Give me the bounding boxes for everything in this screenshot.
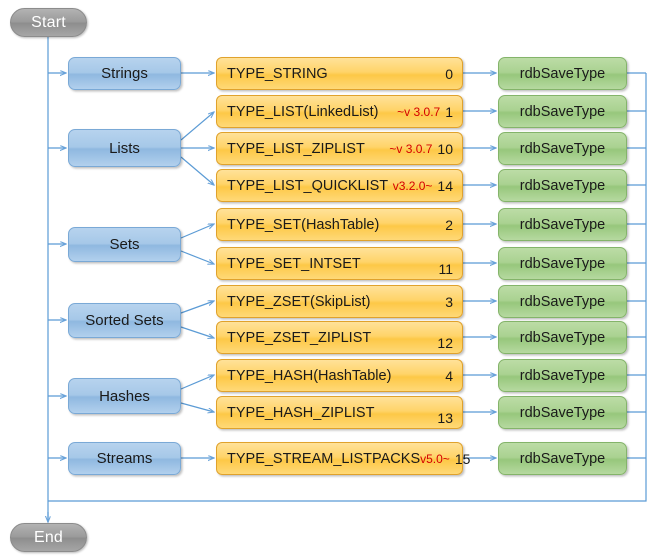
- type-node-type-set-hashtable[interactable]: TYPE_SET(HashTable) 2: [216, 208, 463, 241]
- type-name: TYPE_HASH_ZIPLIST: [227, 404, 375, 421]
- type-version-annotation: ~v 3.0.7: [389, 141, 433, 156]
- save-node-type-string[interactable]: rdbSaveType: [498, 57, 627, 90]
- category-label: Sets: [109, 236, 140, 253]
- type-node-type-hash-ziplist[interactable]: TYPE_HASH_ZIPLIST 13: [216, 396, 463, 429]
- category-node-strings[interactable]: Strings: [68, 57, 181, 90]
- type-node-type-list-linkedlist[interactable]: TYPE_LIST(LinkedList) ~v 3.0.7 1: [216, 95, 463, 128]
- category-node-hashes[interactable]: Hashes: [68, 378, 181, 414]
- type-name: TYPE_LIST(LinkedList): [227, 103, 379, 120]
- category-node-sets[interactable]: Sets: [68, 227, 181, 262]
- type-node-type-stream-listpacks[interactable]: TYPE_STREAM_LISTPACKS v5.0~ 15: [216, 442, 470, 475]
- save-node-type-zset-skiplist[interactable]: rdbSaveType: [498, 285, 627, 318]
- save-node-type-hash-hashtable[interactable]: rdbSaveType: [498, 359, 627, 392]
- type-node-type-zset-ziplist[interactable]: TYPE_ZSET_ZIPLIST 12: [216, 321, 463, 354]
- type-id-number: 12: [437, 335, 453, 351]
- save-label: rdbSaveType: [519, 216, 606, 233]
- type-version-annotation: v5.0~: [420, 451, 450, 466]
- type-id-number: 1: [445, 103, 453, 120]
- end-label: End: [33, 528, 64, 546]
- start-terminal: Start: [10, 8, 87, 37]
- type-name: TYPE_STREAM_LISTPACKS: [227, 450, 421, 467]
- save-node-type-list-linkedlist[interactable]: rdbSaveType: [498, 95, 627, 128]
- type-id-number: 15: [454, 450, 471, 467]
- type-node-type-string[interactable]: TYPE_STRING 0: [216, 57, 463, 90]
- save-node-type-zset-ziplist[interactable]: rdbSaveType: [498, 321, 627, 354]
- type-name: TYPE_STRING: [227, 65, 328, 82]
- type-name: TYPE_SET_INTSET: [227, 255, 361, 272]
- type-id-number: 14: [437, 177, 453, 194]
- save-label: rdbSaveType: [519, 404, 606, 421]
- type-node-type-list-quicklist[interactable]: TYPE_LIST_QUICKLIST v3.2.0~ 14: [216, 169, 463, 202]
- type-name: TYPE_LIST_ZIPLIST: [227, 140, 365, 157]
- type-id-number: 10: [437, 140, 453, 157]
- category-label: Lists: [109, 139, 140, 157]
- save-node-type-list-ziplist[interactable]: rdbSaveType: [498, 132, 627, 165]
- save-label: rdbSaveType: [519, 450, 606, 467]
- type-id-number: 0: [445, 65, 453, 82]
- category-node-lists[interactable]: Lists: [68, 129, 181, 167]
- type-node-type-list-ziplist[interactable]: TYPE_LIST_ZIPLIST ~v 3.0.7 10: [216, 132, 463, 165]
- save-node-type-stream-listpacks[interactable]: rdbSaveType: [498, 442, 627, 475]
- category-label: Sorted Sets: [85, 312, 164, 329]
- type-name: TYPE_HASH(HashTable): [227, 367, 392, 384]
- save-label: rdbSaveType: [519, 255, 606, 272]
- flowchart-canvas: Start End Strings Lists Sets Sorted Sets Has…: [0, 0, 660, 560]
- save-label: rdbSaveType: [519, 293, 606, 310]
- category-node-sorted-sets[interactable]: Sorted Sets: [68, 303, 181, 338]
- save-label: rdbSaveType: [519, 103, 606, 120]
- type-id-number: 2: [445, 216, 453, 233]
- save-label: rdbSaveType: [519, 177, 606, 194]
- save-node-type-set-hashtable[interactable]: rdbSaveType: [498, 208, 627, 241]
- category-label: Hashes: [99, 387, 150, 405]
- type-version-annotation: v3.2.0~: [392, 178, 433, 193]
- type-name: TYPE_SET(HashTable): [227, 216, 380, 233]
- save-node-type-hash-ziplist[interactable]: rdbSaveType: [498, 396, 627, 429]
- save-label: rdbSaveType: [519, 140, 606, 157]
- type-id-number: 11: [438, 261, 453, 277]
- type-name: TYPE_LIST_QUICKLIST: [227, 177, 389, 194]
- type-id-number: 4: [445, 367, 453, 384]
- save-node-type-list-quicklist[interactable]: rdbSaveType: [498, 169, 627, 202]
- save-node-type-set-intset[interactable]: rdbSaveType: [498, 247, 627, 280]
- type-node-type-hash-hashtable[interactable]: TYPE_HASH(HashTable) 4: [216, 359, 463, 392]
- type-id-number: 13: [437, 410, 453, 426]
- type-name: TYPE_ZSET_ZIPLIST: [227, 329, 372, 346]
- type-version-annotation: ~v 3.0.7: [397, 104, 441, 119]
- type-node-type-zset-skiplist[interactable]: TYPE_ZSET(SkipList) 3: [216, 285, 463, 318]
- category-label: Streams: [96, 450, 153, 467]
- save-label: rdbSaveType: [519, 367, 606, 384]
- end-terminal: End: [10, 523, 87, 552]
- start-label: Start: [31, 13, 66, 31]
- type-name: TYPE_ZSET(SkipList): [227, 293, 371, 310]
- type-node-type-set-intset[interactable]: TYPE_SET_INTSET 11: [216, 247, 463, 280]
- save-label: rdbSaveType: [519, 329, 606, 346]
- category-node-streams[interactable]: Streams: [68, 442, 181, 475]
- category-label: Strings: [101, 65, 148, 82]
- save-label: rdbSaveType: [519, 65, 606, 82]
- type-id-number: 3: [445, 293, 453, 310]
